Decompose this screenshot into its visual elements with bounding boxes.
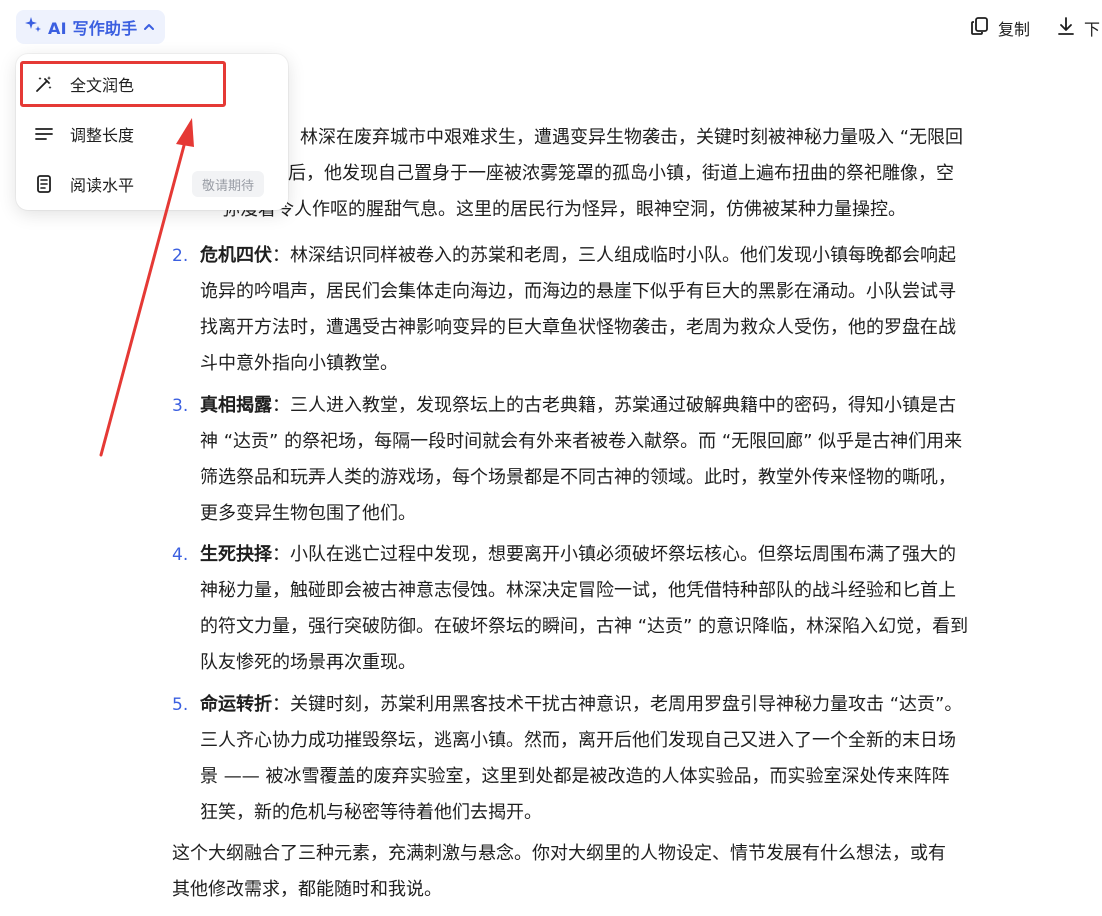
wand-icon [34, 74, 54, 94]
item-line: 三人齐心协力成功摧毁祭坛，逃离小镇。然而，离开后他们发现自己又进入了一个全新的末… [200, 730, 956, 751]
toolbar: 复制 下 [970, 14, 1100, 42]
list-item: 危机四伏：林深结识同样被卷入的苏棠和老周，三人组成临时小队。他们发现小镇每晚都会… [200, 238, 1060, 382]
ai-button-label: AI 写作助手 [48, 19, 138, 38]
download-icon [1056, 16, 1076, 40]
copy-icon [970, 16, 990, 40]
menu-item-label: 全文润色 [70, 76, 135, 95]
download-button[interactable]: 下 [1056, 14, 1100, 42]
ai-writing-assistant-button[interactable]: AI 写作助手 [16, 10, 166, 44]
item-line: 命运转折：关键时刻，苏棠利用黑客技术干扰古神意识，老周用罗盘引导神秘力量攻击 “… [200, 687, 1060, 723]
sparkle-icon [24, 16, 42, 38]
summary-paragraph: 这个大纲融合了三种元素，充满刺激与悬念。你对大纲里的人物设定、情节发展有什么想法… [172, 836, 1052, 908]
item-line: 诡异的吟唱声，居民们会集体走向海边，而海边的悬崖下似乎有巨大的黑影在涌动。小队尝… [200, 281, 956, 302]
book-icon [34, 174, 54, 194]
download-label: 下 [1084, 20, 1101, 39]
item-title: 命运转折 [200, 694, 272, 715]
ai-assistant-menu: 全文润色 调整长度 阅读水平 敬请期待 [16, 54, 288, 210]
item-sep: ： [272, 395, 290, 416]
menu-item-label: 阅读水平 [70, 176, 135, 195]
copy-button[interactable]: 复制 [970, 14, 1030, 42]
item-line: 危机四伏：林深结识同样被卷入的苏棠和老周，三人组成临时小队。他们发现小镇每晚都会… [200, 238, 1060, 274]
item-line: 景 —— 被冰雪覆盖的废弃实验室，这里到处都是被改造的人体实验品，而实验室深处传… [200, 766, 950, 787]
item-sep: ： [272, 245, 290, 266]
list-number: 3. [172, 396, 189, 416]
coming-soon-badge: 敬请期待 [192, 171, 265, 197]
item-sep: ： [272, 544, 290, 565]
item-line: 更多变异生物包围了他们。 [200, 503, 416, 524]
item-text: 关键时刻，苏棠利用黑客技术干扰古神意识，老周用罗盘引导神秘力量攻击 “达贡”。 [290, 694, 963, 715]
item-text: 林深结识同样被卷入的苏棠和老周，三人组成临时小队。他们发现小镇每晚都会响起 [290, 245, 956, 266]
item-line: 神秘力量，触碰即会被古神意志侵蚀。林深决定冒险一试，他凭借特种部队的战斗经验和匕… [200, 580, 956, 601]
item-line: 后，他发现自己置身于一座被浓雾笼罩的孤岛小镇，街道上遍布扭曲的祭祀雕像，空 [288, 163, 954, 184]
menu-item-polish-full-text[interactable]: 全文润色 [22, 62, 282, 106]
item-line: 生死抉择：小队在逃亡过程中发现，想要离开小镇必须破坏祭坛核心。但祭坛周围布满了强… [200, 537, 1060, 573]
list-number: 2. [172, 246, 189, 266]
list-number: 4. [172, 545, 189, 565]
chevron-up-icon [143, 18, 155, 37]
menu-item-reading-level[interactable]: 阅读水平 敬请期待 [22, 162, 282, 206]
item-sep: ： [272, 694, 290, 715]
item-line: 狂笑，新的危机与秘密等待着他们去揭开。 [200, 802, 542, 823]
item-text: 三人进入教堂，发现祭坛上的古老典籍，苏棠通过破解典籍中的密码，得知小镇是古 [290, 395, 956, 416]
list-item: 真相揭露：三人进入教堂，发现祭坛上的古老典籍，苏棠通过破解典籍中的密码，得知小镇… [200, 388, 1060, 532]
copy-label: 复制 [998, 20, 1031, 39]
item-title: 危机四伏 [200, 245, 272, 266]
menu-item-adjust-length[interactable]: 调整长度 [22, 112, 282, 156]
item-line: 队友惨死的场景再次重现。 [200, 652, 416, 673]
item-line: 的符文力量，强行突破防御。在破坏祭坛的瞬间，古神 “达贡” 的意识降临，林深陷入… [200, 616, 969, 637]
list-number: 5. [172, 695, 189, 715]
item-title: 生死抉择 [200, 544, 272, 565]
item-line: 神 “达贡” 的祭祀场，每隔一段时间就会有外来者被卷入献祭。而 “无限回廊” 似… [200, 431, 963, 452]
item-text: 小队在逃亡过程中发现，想要离开小镇必须破坏祭坛核心。但祭坛周围布满了强大的 [290, 544, 956, 565]
lines-icon [34, 124, 54, 144]
list-item: 命运转折：关键时刻，苏棠利用黑客技术干扰古神意识，老周用罗盘引导神秘力量攻击 “… [200, 687, 1060, 831]
item-title: 真相揭露 [200, 395, 272, 416]
item-line: 斗中意外指向小镇教堂。 [200, 353, 398, 374]
summary-line: 这个大纲融合了三种元素，充满刺激与悬念。你对大纲里的人物设定、情节发展有什么想法… [172, 843, 946, 864]
list-item: 林深在废弃城市中艰难求生，遭遇变异生物袭击，关键时刻被神秘力量吸入 “无限回 后… [200, 120, 1060, 228]
item-line: 弥漫着令人作呕的腥甜气息。这里的居民行为怪异，眼神空洞，仿佛被某种力量操控。 [222, 199, 906, 220]
menu-item-label: 调整长度 [70, 126, 135, 145]
list-item: 生死抉择：小队在逃亡过程中发现，想要离开小镇必须破坏祭坛核心。但祭坛周围布满了强… [200, 537, 1060, 681]
item-line: 找离开方法时，遭遇受古神影响变异的巨大章鱼状怪物袭击，老周为救众人受伤，他的罗盘… [200, 317, 956, 338]
item-line: 林深在废弃城市中艰难求生，遭遇变异生物袭击，关键时刻被神秘力量吸入 “无限回 [300, 127, 964, 148]
item-line: 真相揭露：三人进入教堂，发现祭坛上的古老典籍，苏棠通过破解典籍中的密码，得知小镇… [200, 388, 1060, 424]
item-line: 筛选祭品和玩弄人类的游戏场，每个场景都是不同古神的领域。此时，教堂外传来怪物的嘶… [200, 467, 956, 488]
summary-line: 其他修改需求，都能随时和我说。 [172, 879, 442, 900]
